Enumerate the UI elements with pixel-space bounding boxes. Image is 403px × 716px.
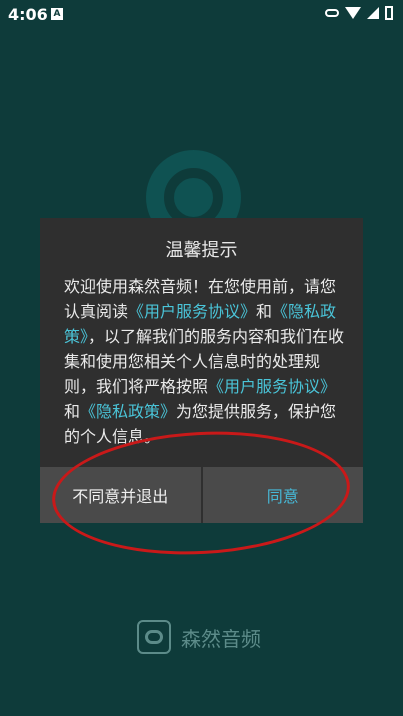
body-text: 和 (64, 402, 81, 421)
dialog-title: 温馨提示 (165, 240, 238, 261)
brand: 森然音频 (137, 620, 261, 654)
wifi-icon (345, 7, 361, 19)
brand-name: 森然音频 (181, 626, 261, 651)
body-text: 和 (256, 302, 273, 321)
brand-logo-icon (137, 620, 171, 654)
status-icons (325, 6, 393, 20)
status-time: 4:06 (8, 5, 48, 24)
battery-icon (385, 6, 393, 20)
notification-icon: A (51, 8, 63, 20)
user-agreement-link[interactable]: 《用户服务协议》 (128, 302, 256, 321)
privacy-policy-link[interactable]: 《隐私政策》 (80, 402, 176, 421)
signal-icon (367, 7, 379, 19)
user-agreement-link[interactable]: 《用户服务协议》 (208, 377, 336, 396)
status-bar: 4:06 A (0, 0, 403, 30)
dialog-body: 欢迎使用森然音频！在您使用前，请您认真阅读《用户服务协议》和《隐私政策》，以了解… (64, 274, 346, 449)
key-icon (325, 9, 339, 17)
